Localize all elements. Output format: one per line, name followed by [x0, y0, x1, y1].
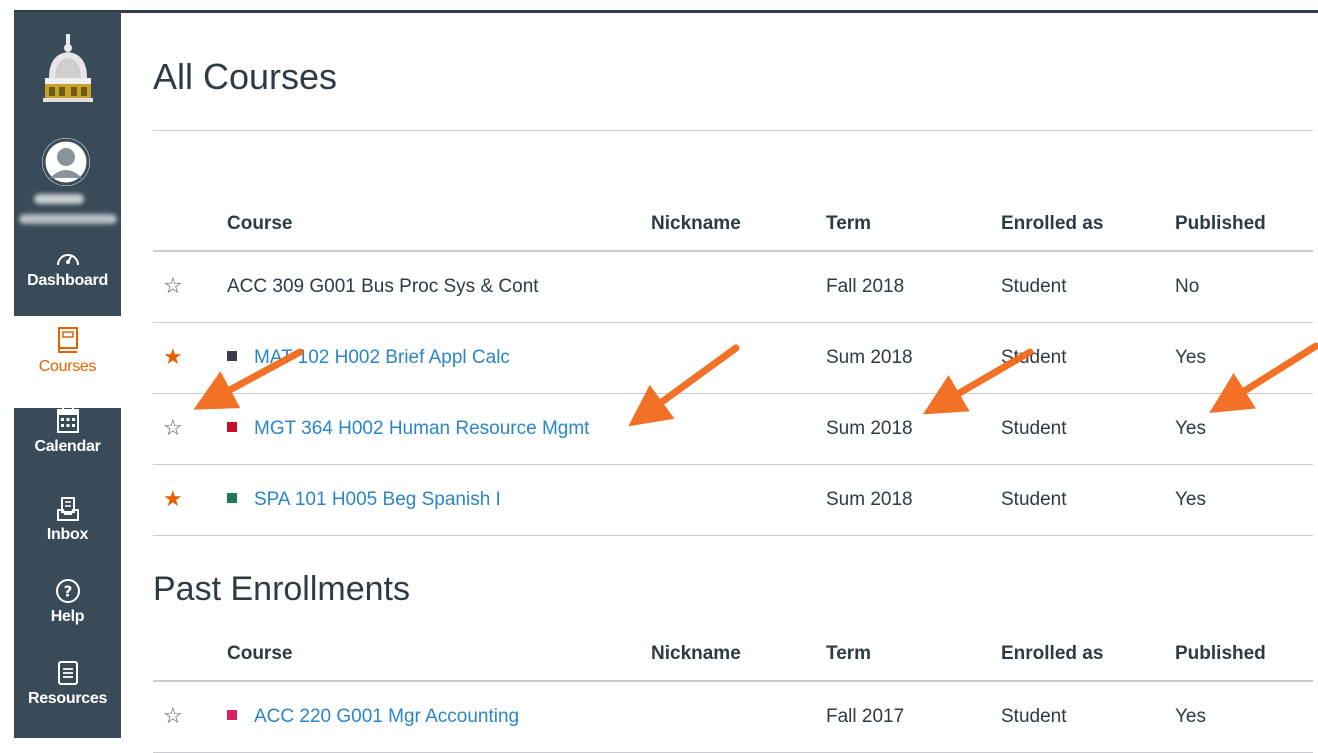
past-enrollments-title: Past Enrollments [153, 570, 410, 608]
nav-resources[interactable]: Resources [14, 660, 121, 726]
nav-help-label: Help [50, 608, 85, 625]
published-cell: Yes [1175, 681, 1313, 753]
enrolled-cell: Student [1001, 322, 1175, 394]
course-name: ACC 309 G001 Bus Proc Sys & Cont [227, 276, 539, 297]
book-icon [57, 327, 78, 353]
enrolled-cell: Student [1001, 251, 1175, 323]
table-row: ★ MAT 102 H002 Brief Appl Calc Sum 2018 … [153, 322, 1313, 394]
nickname-cell [651, 464, 826, 536]
course-column-header[interactable]: Course [227, 198, 651, 252]
page-title: All Courses [153, 56, 338, 97]
table-header-row: Course Nickname Term Enrolled as Publish… [153, 628, 1313, 682]
nav-inbox-label: Inbox [46, 526, 89, 543]
calendar-icon [56, 407, 79, 433]
term-cell: Sum 2018 [826, 393, 1001, 465]
nav-dashboard[interactable]: Dashboard [14, 242, 121, 318]
nickname-column-header[interactable]: Nickname [651, 198, 826, 252]
table-header-row: Course Nickname Term Enrolled as Publish… [153, 198, 1313, 252]
user-icon [42, 138, 90, 186]
course-color-swatch [227, 492, 237, 503]
nav-inbox[interactable]: Inbox [14, 496, 121, 560]
table-row: ☆ ACC 220 G001 Mgr Accounting Fall 2017 … [153, 681, 1313, 753]
enrolled-column-header[interactable]: Enrolled as [1001, 198, 1175, 252]
user-name-redacted [34, 194, 84, 204]
favorite-star-icon[interactable]: ☆ [163, 417, 183, 439]
nav-help[interactable]: ? Help [14, 578, 121, 640]
inbox-icon [56, 497, 79, 521]
course-color-swatch [227, 709, 237, 720]
course-link[interactable]: MAT 102 H002 Brief Appl Calc [254, 347, 510, 368]
nickname-cell [651, 681, 826, 753]
nav-resources-label: Resources [27, 690, 108, 707]
course-link[interactable]: ACC 220 G001 Mgr Accounting [254, 706, 519, 727]
term-column-header[interactable]: Term [826, 628, 1001, 682]
nav-courses[interactable]: Courses [14, 316, 121, 408]
published-cell: No [1175, 251, 1313, 323]
past-courses-table: Course Nickname Term Enrolled as Publish… [153, 628, 1313, 753]
current-courses-table: Course Nickname Term Enrolled as Publish… [153, 198, 1313, 536]
course-link[interactable]: SPA 101 H005 Beg Spanish I [254, 489, 501, 510]
nickname-cell [651, 393, 826, 465]
nickname-column-header[interactable]: Nickname [651, 628, 826, 682]
course-color-swatch [227, 350, 237, 361]
published-cell: Yes [1175, 464, 1313, 536]
table-row: ☆ MGT 364 H002 Human Resource Mgmt Sum 2… [153, 393, 1313, 465]
svg-text:?: ? [63, 583, 72, 601]
speedometer-icon [56, 254, 79, 266]
institution-logo[interactable] [14, 24, 121, 119]
favorite-star-icon[interactable]: ☆ [163, 705, 183, 727]
divider [153, 130, 1313, 131]
term-cell: Sum 2018 [826, 322, 1001, 394]
course-column-header[interactable]: Course [227, 628, 651, 682]
term-cell: Fall 2018 [826, 251, 1001, 323]
nav-courses-label: Courses [38, 358, 97, 375]
enrolled-column-header[interactable]: Enrolled as [1001, 628, 1175, 682]
favorite-star-icon[interactable]: ★ [163, 488, 183, 510]
published-cell: Yes [1175, 393, 1313, 465]
term-cell: Fall 2017 [826, 681, 1001, 753]
account-link[interactable] [14, 130, 121, 240]
term-cell: Sum 2018 [826, 464, 1001, 536]
user-name-redacted [19, 214, 117, 224]
published-column-header[interactable]: Published [1175, 198, 1313, 252]
nav-dashboard-label: Dashboard [27, 272, 108, 289]
favorite-column-header [153, 198, 227, 252]
published-cell: Yes [1175, 322, 1313, 394]
published-column-header[interactable]: Published [1175, 628, 1313, 682]
avatar [42, 138, 90, 186]
table-row: ☆ ACC 309 G001 Bus Proc Sys & Cont Fall … [153, 251, 1313, 323]
enrolled-cell: Student [1001, 681, 1175, 753]
nickname-cell [651, 322, 826, 394]
nickname-cell [651, 251, 826, 323]
nav-calendar-label: Calendar [34, 438, 101, 455]
table-row: ★ SPA 101 H005 Beg Spanish I Sum 2018 St… [153, 464, 1313, 536]
term-column-header[interactable]: Term [826, 198, 1001, 252]
global-nav: Dashboard Courses Calendar Inbox ? Help … [14, 12, 121, 738]
help-icon: ? [55, 579, 80, 603]
favorite-star-icon[interactable]: ★ [163, 346, 183, 368]
course-link[interactable]: MGT 364 H002 Human Resource Mgmt [254, 418, 589, 439]
enrolled-cell: Student [1001, 393, 1175, 465]
favorite-column-header [153, 628, 227, 682]
enrolled-cell: Student [1001, 464, 1175, 536]
dome-icon [42, 33, 93, 102]
course-color-swatch [227, 421, 237, 432]
top-border [0, 0, 1318, 13]
favorite-star-icon[interactable]: ☆ [163, 275, 183, 297]
document-icon [57, 661, 78, 685]
nav-calendar[interactable]: Calendar [14, 406, 121, 476]
